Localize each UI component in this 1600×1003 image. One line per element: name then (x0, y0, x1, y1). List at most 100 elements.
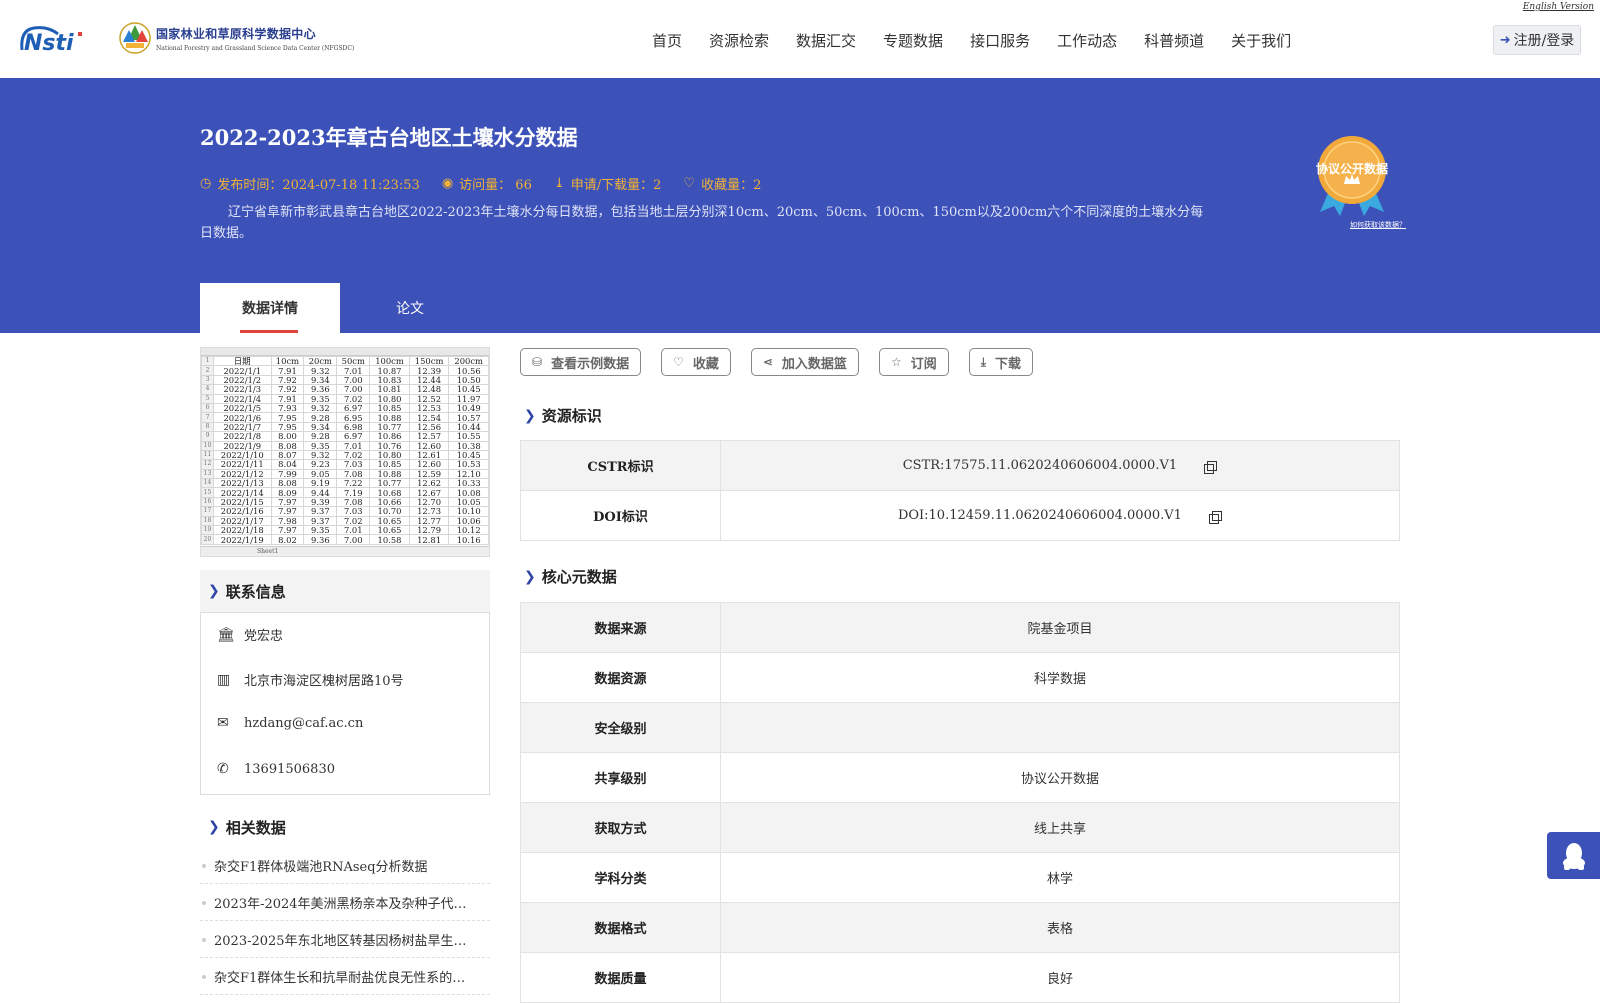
add-to-basket-button[interactable]: ⋖ 加入数据篮 (750, 348, 859, 376)
nav-about-us[interactable]: 关于我们 (1231, 30, 1291, 51)
nav-thematic-data[interactable]: 专题数据 (883, 30, 943, 51)
view-sample-data-button[interactable]: ⛁ 查看示例数据 (520, 348, 642, 376)
english-version-link[interactable]: English Version (1523, 2, 1594, 12)
publish-time-text: 发布时间：2024-07-18 11:23:53 (217, 178, 420, 193)
envelope-icon: ✉ (217, 715, 229, 731)
meta-value (720, 702, 1400, 753)
award-ribbon-icon: 协议公开数据 (1316, 136, 1388, 216)
copy-icon[interactable] (1209, 510, 1223, 524)
sheet-tab-bar: Sheet1 (201, 546, 489, 556)
sheet-cell: 12.61 (408, 449, 450, 461)
favorite-button[interactable]: ♡ 收藏 (661, 348, 731, 376)
nav-resource-search[interactable]: 资源检索 (709, 30, 769, 51)
cstr-value: CSTR:17575.11.0620240606004.0000.V1 (902, 458, 1178, 473)
sheet-cell: 7.92 (270, 384, 305, 395)
related-item[interactable]: 杂交F1群体极端池RNAseq分析数据 (200, 847, 490, 884)
sheet-cell: 7.03 (336, 506, 371, 517)
sheet-row: 12 2022/1/11 8.04 9.23 7.03 10.85 12.60 10.53 (201, 459, 489, 470)
meta-value: 良好 (720, 952, 1400, 1003)
sheet-cell: 6.98 (336, 421, 371, 433)
table-row: CSTR标识 CSTR:17575.11.0620240606004.0000.… (520, 440, 1400, 491)
nav-api-service[interactable]: 接口服务 (970, 30, 1030, 51)
visit-count: ◉ 访问量： 66 (442, 174, 532, 193)
contact-address-row: ▥ 北京市海淀区槐树居路10号 (217, 670, 404, 690)
sheet-cell: 8.09 (270, 487, 305, 498)
related-item[interactable]: 2023年-2024年美洲黑杨亲本及杂种子代… (200, 884, 490, 921)
sheet-cell: 12.44 (408, 374, 450, 386)
sheet-row-number: 15 (201, 487, 214, 498)
subscribe-label: 订阅 (910, 356, 937, 372)
sheet-cell: 7.95 (270, 421, 305, 433)
sheet-cell: 12.57 (408, 431, 450, 442)
sheet-cell: 11.97 (448, 393, 489, 404)
sheet-row: 15 2022/1/14 8.09 9.44 7.19 10.68 12.67 10.08 (201, 487, 489, 498)
sheet-cell: 7.95 (270, 412, 305, 423)
sheet-cell: 10.85 (369, 402, 410, 414)
meta-label: 安全级别 (520, 702, 721, 753)
sheet-cell: 12.53 (408, 402, 450, 414)
contact-address: 北京市海淀区槐树居路10号 (244, 674, 404, 689)
nav-science-channel[interactable]: 科普频道 (1144, 30, 1204, 51)
sheet-cell: 7.91 (270, 393, 305, 404)
action-toolbar: ⛁ 查看示例数据 ♡ 收藏 ⋖ 加入数据篮 ☆ 订阅 ⤓ 下载 (520, 348, 1053, 376)
how-to-get-data-link[interactable]: 如何获取该数据？ (1306, 220, 1416, 230)
meta-value: 表格 (720, 902, 1400, 953)
sheet-cell: 12.70 (408, 496, 450, 508)
nav-data-submission[interactable]: 数据汇交 (796, 30, 856, 51)
sheet-row-number: 10 (201, 440, 214, 451)
sheet-cell: 6.97 (336, 431, 371, 442)
favorite-count-text: 收藏量：2 (701, 178, 762, 193)
sheet-row-number: 19 (201, 525, 214, 536)
sheet-cell: 2022/1/5 (213, 402, 272, 414)
contact-email[interactable]: hzdang@caf.ac.cn (244, 716, 363, 731)
contact-section-title: 联系信息 (225, 582, 286, 601)
sheet-row: 13 2022/1/12 7.99 9.05 7.08 10.88 12.59 12.10 (201, 468, 489, 480)
sheet-row-number: 18 (201, 515, 214, 527)
sheet-cell: 2022/1/10 (213, 449, 272, 461)
sample-data-preview[interactable]: 1 日期 10cm 20cm 50cm 100cm 150cm 200cm 2 2022/1/1 7… (200, 347, 490, 557)
org-logo[interactable]: 国家林业和草原科学数据中心 National Forestry and Gras… (118, 20, 354, 56)
tab-data-details[interactable]: 数据详情 (200, 283, 340, 333)
sheet-cell: 7.97 (270, 525, 305, 536)
sheet-cell: 12.81 (408, 534, 450, 545)
sheet-row-number: 12 (201, 459, 214, 470)
sheet-cell: 10.45 (448, 449, 489, 461)
sheet-cell: 9.35 (303, 393, 338, 404)
sheet-cell: 10.80 (369, 393, 410, 404)
qq-chat-button[interactable] (1547, 832, 1600, 879)
sheet-cell: 10.65 (369, 525, 410, 536)
access-level-badge: 协议公开数据 如何获取该数据？ (1306, 132, 1416, 230)
sheet-cell: 12.60 (408, 440, 450, 451)
sheet-cell: 7.97 (270, 496, 305, 508)
nav-work-news[interactable]: 工作动态 (1057, 30, 1117, 51)
copy-icon[interactable] (1204, 460, 1218, 474)
sheet-header-cell: 100cm (369, 355, 410, 367)
sheet-row: 16 2022/1/15 7.97 9.39 7.08 10.66 12.70 10.05 (201, 496, 489, 508)
subscribe-button[interactable]: ☆ 订阅 (878, 348, 949, 376)
download-button[interactable]: ⤓ 下载 (968, 348, 1034, 376)
sheet-cell: 12.39 (408, 365, 450, 376)
related-item[interactable]: 2023-2025年东北地区转基因杨树盐旱生… (200, 921, 490, 958)
dataset-meta: ◷ 发布时间：2024-07-18 11:23:53 ◉ 访问量： 66 ⤓ 申… (200, 174, 783, 193)
sheet-cell: 12.67 (408, 487, 450, 498)
sheet-cell: 10.88 (369, 468, 410, 480)
meta-label: 学科分类 (520, 852, 721, 903)
sheet-cell: 12.73 (408, 506, 450, 517)
sheet-cell: 6.97 (336, 402, 371, 414)
sheet-cell: 12.60 (408, 459, 450, 470)
sheet-cell: 2022/1/4 (213, 393, 272, 404)
tab-papers-label: 论文 (396, 301, 424, 317)
sheet-cell: 10.53 (448, 459, 489, 470)
sheet-cell: 9.37 (303, 515, 338, 527)
nav-home[interactable]: 首页 (652, 30, 682, 51)
contact-section-header: ❯ 联系信息 (200, 570, 490, 612)
sheet-cell: 10.57 (448, 412, 489, 423)
related-item[interactable]: 杂交F1群体生长和抗旱耐盐优良无性系的… (200, 958, 490, 995)
login-register-button[interactable]: ➜ 注册/登录 (1493, 25, 1581, 55)
nsti-logo[interactable]: Nsti (18, 20, 98, 56)
meta-value: 院基金项目 (720, 602, 1400, 653)
chevron-right-icon: ❯ (524, 568, 536, 585)
active-tab-indicator (240, 330, 298, 333)
sheet-cell: 6.95 (336, 412, 371, 423)
tab-papers[interactable]: 论文 (340, 283, 480, 333)
